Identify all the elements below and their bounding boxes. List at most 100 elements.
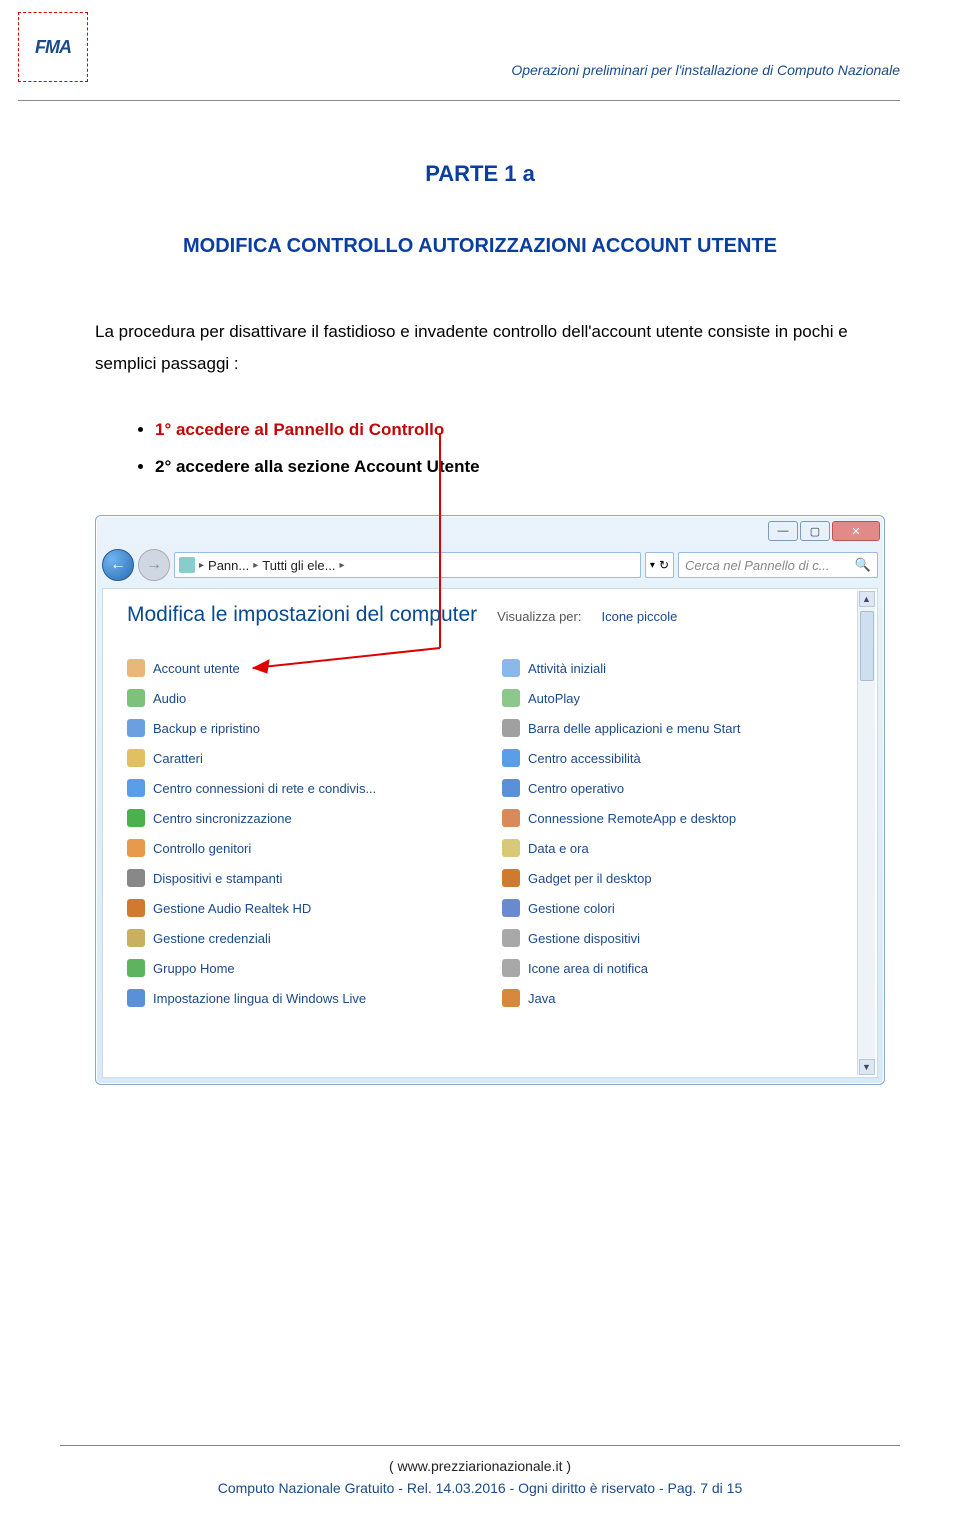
cp-item-label: Data e ora [528,841,589,856]
scroll-track[interactable] [860,607,874,1059]
cp-item[interactable]: Icone area di notifica [502,957,859,979]
cp-item-icon [127,779,145,797]
cp-item[interactable]: Impostazione lingua di Windows Live [127,987,484,1009]
cp-item[interactable]: Java [502,987,859,1009]
cp-item-label: Centro operativo [528,781,624,796]
cp-item-label: Centro connessioni di rete e condivis... [153,781,376,796]
control-panel-grid: Account utente Attività iniziali Audio Auto… [121,657,859,1009]
scroll-up-button[interactable]: ▲ [859,591,875,607]
cp-item[interactable]: Gestione credenziali [127,927,484,949]
screenshot-wrapper: — ▢ ✕ ← → ▸ Pann... ▸ Tutti gli ele... ▸… [95,515,885,1085]
close-button[interactable]: ✕ [832,521,880,541]
cp-item[interactable]: Caratteri [127,747,484,769]
cp-item[interactable]: Data e ora [502,837,859,859]
intro-paragraph: La procedura per disattivare il fastidio… [95,316,865,381]
search-icon: 🔍 [855,557,871,573]
cp-item-icon [127,899,145,917]
refresh-group: ▾ ↻ [645,552,674,578]
arrow-right-icon: → [146,556,162,574]
cp-item[interactable]: Gruppo Home [127,957,484,979]
scrollbar[interactable]: ▲ ▼ [857,591,875,1075]
control-panel-icon [179,557,195,573]
cp-item[interactable]: Controllo genitori [127,837,484,859]
search-input[interactable]: Cerca nel Pannello di c... 🔍 [678,552,878,578]
cp-item[interactable]: Centro accessibilità [502,747,859,769]
cp-item-label: Caratteri [153,751,203,766]
content: PARTE 1 a MODIFICA CONTROLLO AUTORIZZAZI… [0,101,960,1085]
cp-item-label: Controllo genitori [153,841,251,856]
scroll-down-button[interactable]: ▼ [859,1059,875,1075]
view-value[interactable]: Icone piccole [601,609,677,624]
cp-item-icon [127,749,145,767]
cp-item-icon [127,839,145,857]
footer-rule [60,1445,900,1446]
cp-item-icon [502,839,520,857]
cp-item-icon [502,929,520,947]
cp-item-label: Gadget per il desktop [528,871,652,886]
cp-item-label: AutoPlay [528,691,580,706]
cp-item-icon [502,869,520,887]
cp-item-label: Gruppo Home [153,961,235,976]
body-heading-row: Modifica le impostazioni del computer Vi… [121,603,859,627]
logo: FMA [18,12,88,82]
cp-item-icon [127,719,145,737]
footer-line-1: ( www.prezziarionazionale.it ) [0,1458,960,1474]
chevron-down-icon[interactable]: ▾ [650,560,655,571]
minimize-button[interactable]: — [768,521,798,541]
cp-item-icon [127,689,145,707]
cp-item[interactable]: Barra delle applicazioni e menu Start [502,717,859,739]
cp-item[interactable]: Audio [127,687,484,709]
cp-item-icon [127,959,145,977]
cp-item-label: Audio [153,691,186,706]
cp-item[interactable]: Attività iniziali [502,657,859,679]
back-button[interactable]: ← [102,549,134,581]
view-label: Visualizza per: [497,609,581,624]
cp-item-label: Gestione credenziali [153,931,271,946]
navbar: ← → ▸ Pann... ▸ Tutti gli ele... ▸ ▾ ↻ C… [102,546,878,584]
cp-item-icon [502,899,520,917]
cp-item[interactable]: Dispositivi e stampanti [127,867,484,889]
cp-item-label: Gestione Audio Realtek HD [153,901,311,916]
cp-item-icon [502,659,520,677]
steps-list: 1° accedere al Pannello di Controllo 2° … [95,411,865,486]
cp-item-label: Attività iniziali [528,661,606,676]
refresh-icon[interactable]: ↻ [659,558,669,572]
cp-item[interactable]: Gestione colori [502,897,859,919]
cp-item-icon [127,869,145,887]
scroll-thumb[interactable] [860,611,874,681]
cp-item-icon [502,719,520,737]
parte-heading: PARTE 1 a [95,161,865,187]
cp-item[interactable]: Centro sincronizzazione [127,807,484,829]
maximize-button[interactable]: ▢ [800,521,830,541]
cp-item-label: Impostazione lingua di Windows Live [153,991,366,1006]
cp-item[interactable]: Gestione Audio Realtek HD [127,897,484,919]
cp-item-icon [502,689,520,707]
cp-item-label: Centro sincronizzazione [153,811,292,826]
cp-item[interactable]: Centro operativo [502,777,859,799]
cp-item[interactable]: Centro connessioni di rete e condivis... [127,777,484,799]
red-arrow-annotation [235,433,465,683]
chevron-right-icon: ▸ [199,560,204,571]
cp-item-icon [127,809,145,827]
cp-item-label: Connessione RemoteApp e desktop [528,811,736,826]
cp-item-label: Icone area di notifica [528,961,648,976]
footer-line-2: Computo Nazionale Gratuito - Rel. 14.03.… [0,1480,960,1496]
cp-item[interactable]: Gestione dispositivi [502,927,859,949]
cp-item-icon [502,779,520,797]
cp-item-label: Account utente [153,661,240,676]
arrow-left-icon: ← [110,556,126,574]
cp-item-label: Gestione colori [528,901,615,916]
cp-item-icon [502,749,520,767]
cp-item[interactable]: Backup e ripristino [127,717,484,739]
cp-item[interactable]: Gadget per il desktop [502,867,859,889]
cp-item-label: Centro accessibilità [528,751,641,766]
page-header: FMA Operazioni preliminari per l'install… [0,0,960,100]
cp-item-icon [502,809,520,827]
cp-item[interactable]: Connessione RemoteApp e desktop [502,807,859,829]
search-placeholder: Cerca nel Pannello di c... [685,558,830,573]
cp-item[interactable]: AutoPlay [502,687,859,709]
cp-item-label: Gestione dispositivi [528,931,640,946]
cp-item-label: Barra delle applicazioni e menu Start [528,721,740,736]
forward-button[interactable]: → [138,549,170,581]
control-panel-window: — ▢ ✕ ← → ▸ Pann... ▸ Tutti gli ele... ▸… [95,515,885,1085]
